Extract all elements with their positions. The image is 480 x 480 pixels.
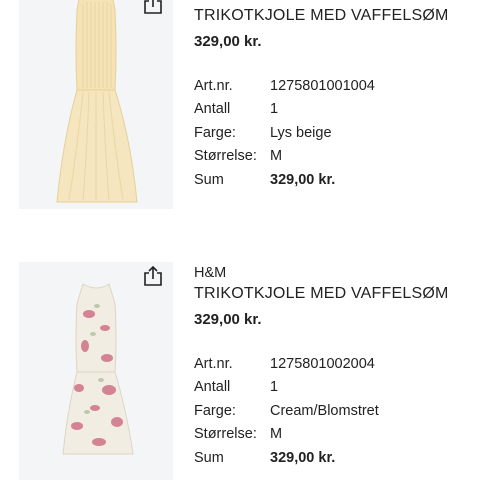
detail-row-art-nr: Art.nr. 1275801002004	[194, 352, 480, 376]
detail-row-storrelse: Størrelse: M	[194, 423, 480, 447]
detail-value: 1	[270, 101, 279, 118]
detail-label: Antall	[194, 379, 231, 396]
dress-beige-illustration	[56, 0, 138, 203]
product-image[interactable]	[19, 262, 173, 480]
detail-value: M	[270, 426, 283, 443]
share-button[interactable]	[139, 0, 167, 18]
detail-label: Art.nr.	[194, 77, 233, 94]
detail-row-farge: Farge: Cream/Blomstret	[194, 399, 480, 423]
product-info: H&M TRIKOTKJOLE MED VAFFELSØM 329,00 kr.…	[194, 262, 480, 470]
cart-item: H&M TRIKOTKJOLE MED VAFFELSØM 329,00 kr.…	[0, 262, 480, 480]
product-price: 329,00 kr.	[194, 311, 262, 328]
detail-label: Sum	[194, 171, 224, 188]
product-details: Art.nr. 1275801002004 Antall 1 Farge: Cr…	[194, 352, 480, 470]
product-image[interactable]	[19, 0, 173, 209]
detail-value: 329,00 kr.	[270, 171, 336, 188]
share-icon	[144, 265, 162, 286]
detail-row-sum: Sum 329,00 kr.	[194, 446, 480, 470]
detail-value: 1275801002004	[270, 355, 375, 372]
detail-row-storrelse: Størrelse: M	[194, 145, 480, 169]
detail-row-farge: Farge: Lys beige	[194, 121, 480, 145]
detail-value: Lys beige	[270, 124, 332, 141]
detail-label: Antall	[194, 101, 231, 118]
product-price: 329,00 kr.	[194, 33, 262, 50]
cart-item: TRIKOTKJOLE MED VAFFELSØM 329,00 kr. Art…	[0, 0, 480, 212]
detail-label: Farge:	[194, 124, 236, 141]
detail-row-antall: Antall 1	[194, 98, 480, 122]
share-button[interactable]	[139, 262, 167, 290]
product-title[interactable]: TRIKOTKJOLE MED VAFFELSØM	[194, 284, 480, 304]
dress-floral-illustration	[62, 283, 134, 455]
detail-row-art-nr: Art.nr. 1275801001004	[194, 74, 480, 98]
detail-label: Art.nr.	[194, 355, 233, 372]
detail-value: M	[270, 148, 283, 165]
detail-value: 1	[270, 379, 279, 396]
detail-label: Sum	[194, 449, 224, 466]
detail-label: Størrelse:	[194, 148, 257, 165]
detail-row-antall: Antall 1	[194, 376, 480, 400]
product-title[interactable]: TRIKOTKJOLE MED VAFFELSØM	[194, 6, 480, 26]
detail-value: 1275801001004	[270, 77, 375, 94]
detail-label: Størrelse:	[194, 426, 257, 443]
product-brand: H&M	[194, 265, 227, 281]
product-info: TRIKOTKJOLE MED VAFFELSØM 329,00 kr. Art…	[194, 6, 480, 192]
detail-value: 329,00 kr.	[270, 449, 336, 466]
detail-value: Cream/Blomstret	[270, 402, 379, 419]
product-details: Art.nr. 1275801001004 Antall 1 Farge: Ly…	[194, 74, 480, 192]
share-icon	[144, 0, 162, 14]
detail-row-sum: Sum 329,00 kr.	[194, 168, 480, 192]
detail-label: Farge:	[194, 402, 236, 419]
cart-page: TRIKOTKJOLE MED VAFFELSØM 329,00 kr. Art…	[0, 0, 480, 480]
